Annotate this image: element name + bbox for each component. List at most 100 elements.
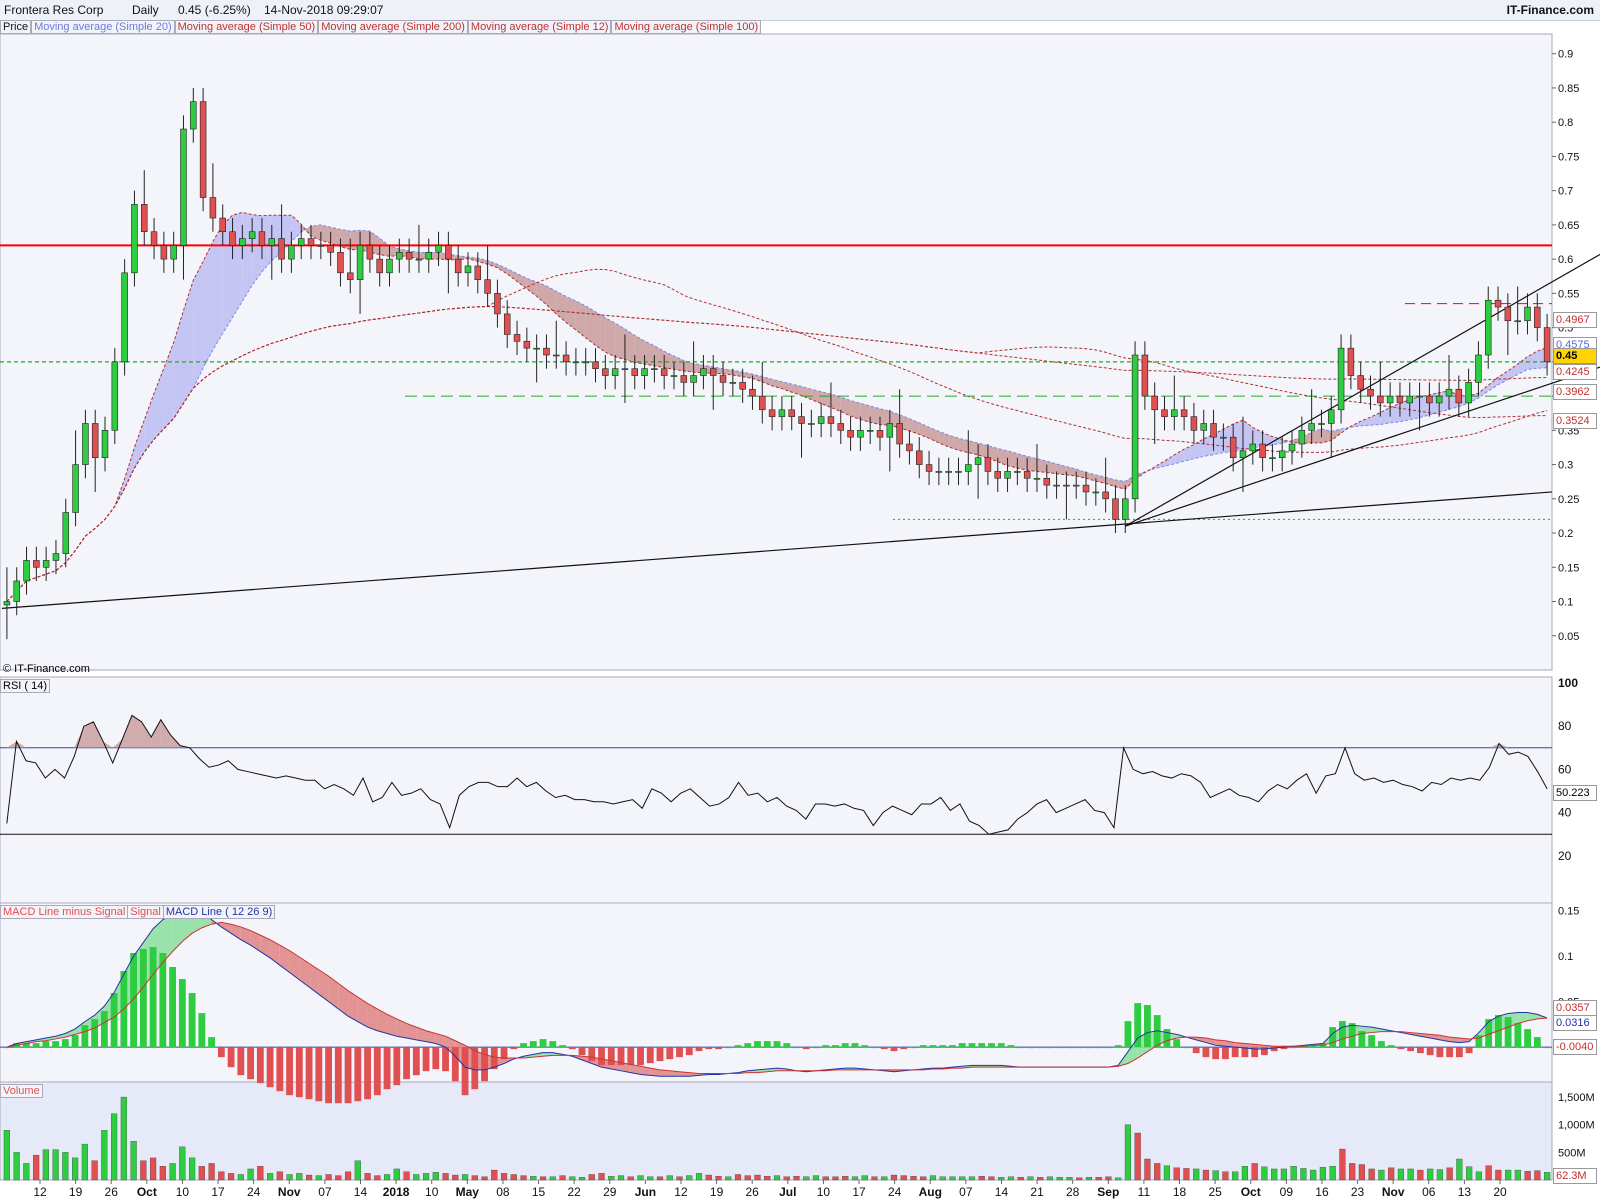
volume-bar [1456, 1158, 1463, 1181]
tag-ma200: 0.3524 [1553, 413, 1597, 429]
macd-hist-bar-down [1426, 1047, 1434, 1056]
volume-bar [218, 1171, 225, 1181]
macd-hist-bar-up [958, 1043, 966, 1048]
rsi-label[interactable]: RSI ( 14) [0, 679, 51, 693]
macd-hist-bar-down [510, 1047, 518, 1050]
macd-hist-bar-up [61, 1039, 69, 1048]
volume-bar [442, 1173, 449, 1181]
volume-bar [179, 1146, 186, 1181]
volume-bar [1271, 1168, 1278, 1181]
volume-bar [33, 1154, 40, 1181]
date-tick-label: 16 [1315, 1185, 1329, 1199]
macd-hist-bar-down [471, 1047, 479, 1090]
volume-bar [822, 1176, 829, 1181]
candle-down [494, 293, 501, 315]
macd-signal-label[interactable]: Signal [128, 906, 164, 918]
candle-up [1171, 409, 1178, 417]
macd-tick-label: 0.1 [1558, 951, 1573, 963]
volume-bar [452, 1174, 459, 1181]
macd-hist-bar-down [247, 1047, 254, 1080]
date-tick-label: 06 [1422, 1185, 1436, 1199]
volume-bar [1007, 1176, 1015, 1181]
candle-up [817, 416, 825, 424]
macd-hist-bar-up [1105, 1047, 1112, 1049]
volume-bar [198, 1166, 205, 1181]
watermark: © IT-Finance.com [3, 663, 90, 675]
volume-bar [842, 1175, 849, 1181]
macd-hist-bar-up [783, 1043, 791, 1048]
macd-hist-bar-up [968, 1043, 976, 1048]
macd-hist-bar-up [861, 1045, 869, 1048]
tag-macd-signal: 0.0357 [1553, 1000, 1597, 1016]
volume-bar [734, 1174, 742, 1181]
stock-chart[interactable]: 0.90.850.80.750.70.650.60.550.50.450.40.… [0, 0, 1600, 1200]
candle-down [307, 238, 315, 246]
macd-hist-bar-up [1114, 1045, 1122, 1048]
date-tick-label: Jun [635, 1185, 656, 1199]
macd-hist-bar-down [383, 1047, 391, 1090]
volume-tick-label: 500M [1558, 1147, 1586, 1159]
macd-hist-label[interactable]: MACD Line minus Signal [1, 906, 129, 918]
candle-down [1455, 388, 1463, 404]
volume-bar [413, 1174, 420, 1181]
volume-tick-label: 1,000M [1558, 1120, 1595, 1132]
candle-up [1200, 423, 1207, 431]
macd-hist-bar-down [1465, 1047, 1473, 1054]
macd-hist-bar-up [3, 1047, 11, 1049]
candle-down [366, 245, 374, 260]
macd-hist-bar-up [1017, 1047, 1025, 1049]
macd-line-label[interactable]: MACD Line ( 12 26 9) [164, 906, 274, 918]
candle-up [965, 464, 972, 472]
candle-down [258, 231, 266, 246]
candle-down [749, 388, 756, 397]
macd-hist-bar-down [422, 1047, 430, 1072]
price-tick-label: 0.1 [1558, 597, 1573, 609]
date-tick-label: Nov [1382, 1185, 1405, 1199]
volume-bar [949, 1176, 956, 1181]
macd-hist-bar-down [442, 1047, 449, 1072]
volume-bar [140, 1160, 147, 1181]
volume-bar [1524, 1171, 1531, 1181]
macd-hist-bar-down [403, 1047, 410, 1080]
candle-up [1416, 395, 1423, 398]
candle-up [1239, 450, 1247, 459]
candle-down [543, 347, 550, 356]
volume-bar [520, 1175, 527, 1181]
candle-up [621, 368, 629, 370]
candle-up [1072, 484, 1080, 487]
macd-hist-bar-down [1222, 1047, 1229, 1060]
candle-up [121, 272, 128, 363]
candle-down [33, 560, 40, 568]
macd-hist-bar-up [529, 1041, 537, 1048]
volume-bar [715, 1175, 722, 1181]
volume-bar [1027, 1176, 1034, 1181]
tag-rsi: 50.223 [1553, 785, 1597, 801]
candle-up [1475, 354, 1482, 383]
candle-up [1053, 484, 1060, 487]
volume-bar [1202, 1169, 1210, 1181]
candle-up [1308, 423, 1315, 431]
ma-ribbon-segment [203, 241, 213, 369]
date-tick-label: 20 [1493, 1185, 1507, 1199]
volume-bar [539, 1176, 547, 1181]
macd-hist-bar-down [1407, 1047, 1415, 1052]
candle-up [425, 251, 432, 260]
volume-label[interactable]: Volume [0, 1084, 43, 1098]
price-tick-label: 0.75 [1558, 151, 1579, 163]
candle-up [317, 245, 325, 247]
candle-up [582, 361, 589, 364]
candle-down [347, 272, 354, 280]
volume-bar [1232, 1171, 1239, 1181]
macd-hist-bar-up [91, 1019, 99, 1048]
macd-hist-bar-down [880, 1047, 888, 1050]
macd-hist-bar-up [159, 952, 167, 1048]
macd-hist-bar-up [763, 1041, 771, 1048]
volume-bar [1124, 1124, 1132, 1181]
volume-bar [1056, 1177, 1063, 1181]
candle-down [1023, 471, 1031, 479]
macd-hist-bar-up [1056, 1047, 1064, 1049]
candle-up [1328, 409, 1335, 424]
candle-down [768, 409, 776, 417]
macd-hist-bar-up [1524, 1029, 1532, 1048]
macd-hist-bar-down [1446, 1047, 1454, 1058]
